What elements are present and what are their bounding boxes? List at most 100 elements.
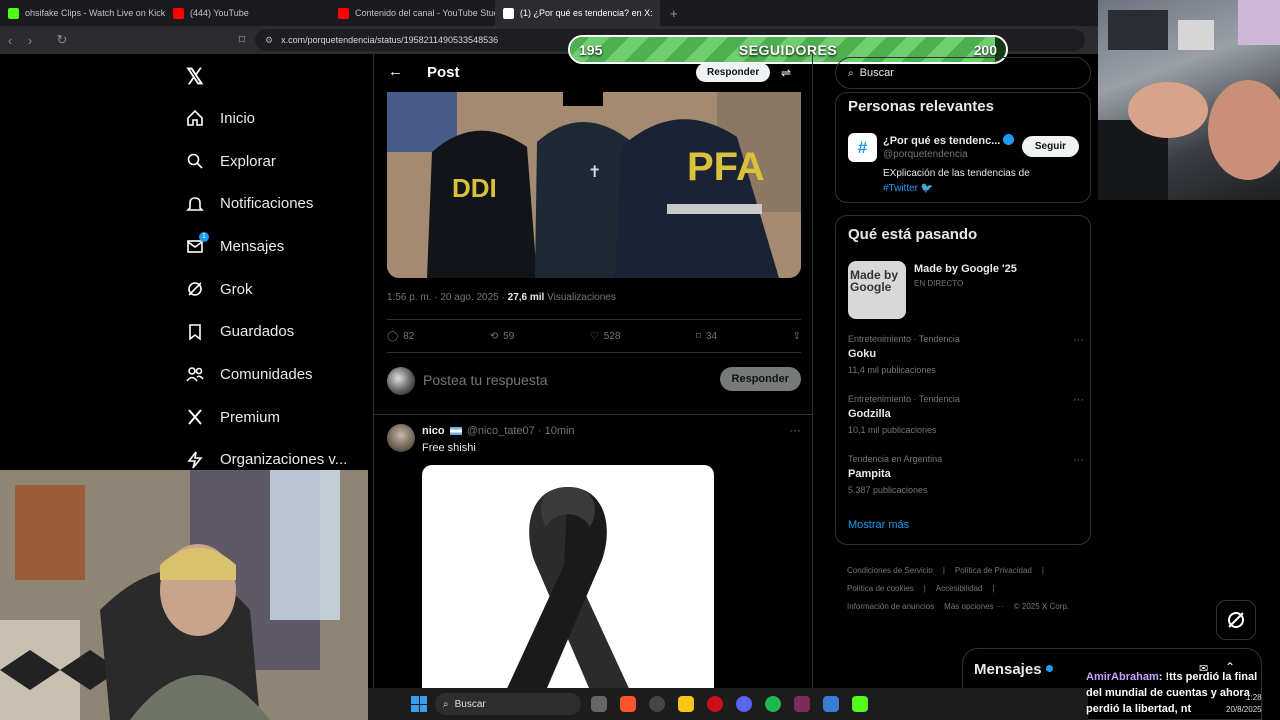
footer-link[interactable]: Condiciones de Servicio bbox=[847, 562, 933, 580]
like-action[interactable]: ♡ 528 bbox=[590, 331, 621, 342]
twitter-hashtag-link[interactable]: #Twitter bbox=[883, 183, 918, 194]
share-icon[interactable]: ⇪ bbox=[793, 331, 801, 342]
more-options-icon[interactable]: ··· bbox=[1073, 334, 1084, 346]
reply-header: nico @nico_tate07 · 10min bbox=[422, 425, 575, 437]
footer-link[interactable]: Política de Privacidad bbox=[955, 562, 1032, 580]
reply-author-handle[interactable]: @nico_tate07 bbox=[467, 425, 535, 437]
reply-action[interactable]: ◯ 82 bbox=[387, 331, 414, 342]
sidebar-item-label: Explorar bbox=[220, 152, 276, 170]
grok-fab-icon[interactable] bbox=[1216, 600, 1256, 640]
obs-icon[interactable] bbox=[649, 696, 665, 712]
trend-name: Godzilla bbox=[848, 408, 891, 420]
sidebar-item-label: Grok bbox=[220, 280, 253, 298]
reply-composer: Postea tu respuesta Responder bbox=[387, 366, 801, 396]
sidebar-item-explorar[interactable]: Explorar bbox=[186, 140, 347, 183]
browser-tab[interactable]: (1) ¿Por qué es tendencia? en X: ✕ bbox=[495, 0, 660, 26]
bookmark-action[interactable]: ⌑ 34 bbox=[696, 331, 717, 342]
show-more-link[interactable]: Mostrar más bbox=[848, 519, 909, 531]
follow-button[interactable]: Seguir bbox=[1021, 136, 1079, 157]
sidebar-item-premium[interactable]: Premium bbox=[186, 396, 347, 439]
spotify-icon[interactable] bbox=[765, 696, 781, 712]
messages-drawer-title: Mensajes bbox=[974, 661, 1053, 678]
trends-title: Qué está pasando bbox=[848, 226, 978, 243]
sidebar-item-notificaciones[interactable]: Notificaciones bbox=[186, 182, 347, 225]
footer-link[interactable]: © 2025 X Corp. bbox=[1014, 598, 1069, 616]
reply-button[interactable]: Responder bbox=[719, 367, 801, 391]
reply-author-name[interactable]: nico bbox=[422, 425, 445, 437]
sidebar-item-grok[interactable]: Grok bbox=[186, 268, 347, 311]
reply-image[interactable] bbox=[422, 465, 714, 720]
x-icon bbox=[186, 408, 204, 426]
opera-icon[interactable] bbox=[707, 696, 723, 712]
search-input[interactable]: ⌕ Buscar bbox=[835, 57, 1091, 89]
sidebar-item-mensajes[interactable]: 1 Mensajes bbox=[186, 225, 347, 268]
browser-tab[interactable]: (444) YouTube bbox=[165, 0, 330, 26]
media-app-icon[interactable] bbox=[794, 696, 810, 712]
bookmark-count: 34 bbox=[706, 330, 718, 342]
brave-icon[interactable] bbox=[620, 696, 636, 712]
comment-icon: ◯ bbox=[387, 330, 399, 342]
browser-tab[interactable]: ohsifake Clips - Watch Live on Kick bbox=[0, 0, 165, 26]
relevant-account-handle[interactable]: @porquetendencia bbox=[883, 149, 968, 160]
taskbar-search-label: Buscar bbox=[454, 698, 486, 710]
reload-icon[interactable]: ↻ bbox=[52, 32, 72, 48]
post-time[interactable]: 1:56 p. m. · 20 ago. 2025 · bbox=[387, 292, 505, 303]
browser-tab[interactable]: Contenido del canal - YouTube Studi bbox=[330, 0, 495, 26]
trend-item[interactable]: Entretenimiento · Tendencia Goku 11,4 mil … bbox=[848, 334, 1084, 390]
sliders-icon[interactable]: ⇌ bbox=[781, 66, 791, 80]
trend-count: 11,4 mil publicaciones bbox=[848, 365, 936, 375]
sidebar-item-guardados[interactable]: Guardados bbox=[186, 310, 347, 353]
task-view-icon[interactable] bbox=[591, 696, 607, 712]
reply-input[interactable]: Postea tu respuesta bbox=[423, 372, 548, 388]
post-meta: 1:56 p. m. · 20 ago. 2025 · 27,6 mil Vis… bbox=[387, 292, 616, 303]
sidebar-item-label: Notificaciones bbox=[220, 195, 314, 213]
site-info-icon[interactable]: ⚙ bbox=[265, 35, 273, 46]
bookmark-page-icon[interactable]: ⌑ bbox=[232, 32, 252, 48]
more-options-icon[interactable]: ··· bbox=[1073, 454, 1084, 466]
trend-name: Goku bbox=[848, 348, 877, 360]
sidebar-item-comunidades[interactable]: Comunidades bbox=[186, 353, 347, 396]
relevant-people-card: Personas relevantes # ¿Por qué es tenden… bbox=[835, 92, 1091, 203]
footer-link[interactable]: Accesibilidad bbox=[936, 580, 983, 598]
back-arrow-icon[interactable]: ← bbox=[388, 63, 403, 80]
avatar[interactable] bbox=[387, 367, 415, 395]
relevant-account-name[interactable]: ¿Por qué es tendenc... bbox=[883, 134, 1015, 147]
repost-action[interactable]: ⟲ 59 bbox=[490, 331, 515, 342]
taskbar-search[interactable]: ⌕ Buscar bbox=[435, 693, 581, 715]
reply-time[interactable]: · 10min bbox=[538, 425, 575, 437]
app-icon[interactable] bbox=[823, 696, 839, 712]
sidebar-item-inicio[interactable]: Inicio bbox=[186, 97, 347, 140]
footer-link[interactable]: Más opciones ··· bbox=[944, 598, 1004, 616]
notification-badge: 1 bbox=[199, 232, 209, 243]
folder-icon[interactable] bbox=[678, 696, 694, 712]
post-column: ← Post Responder ⇌ DDI PFA ✝ 1:56 p. m. … bbox=[373, 54, 813, 720]
hashtag-avatar-icon[interactable]: # bbox=[848, 133, 877, 162]
reply-count: 82 bbox=[403, 330, 415, 342]
footer-link[interactable]: Política de cookies bbox=[847, 580, 914, 598]
footer-link[interactable]: Información de anuncios bbox=[847, 598, 934, 616]
trend-item[interactable]: Tendencia en Argentina Pampita 5.387 publi… bbox=[848, 454, 1084, 510]
streamer-camera-feed bbox=[0, 470, 368, 720]
more-options-icon[interactable]: ··· bbox=[789, 423, 801, 437]
avatar[interactable] bbox=[387, 424, 415, 452]
bell-icon bbox=[186, 195, 204, 213]
reply-button-top[interactable]: Responder bbox=[696, 63, 771, 82]
post-image[interactable]: DDI PFA ✝ bbox=[387, 92, 801, 278]
discord-icon[interactable] bbox=[736, 696, 752, 712]
repost-count: 59 bbox=[503, 330, 515, 342]
x-logo-icon[interactable]: 𝕏 bbox=[186, 64, 204, 90]
system-clock: 1:28 20/8/2025 bbox=[1226, 692, 1262, 716]
trend-count: 10,1 mil publicaciones bbox=[848, 425, 937, 435]
back-arrow-icon[interactable]: ‹ bbox=[0, 33, 20, 48]
tab-favicon-icon bbox=[338, 7, 349, 19]
windows-start-icon[interactable] bbox=[411, 696, 427, 712]
more-options-icon[interactable]: ··· bbox=[1073, 394, 1084, 406]
trend-item[interactable]: Entretenimiento · Tendencia Godzilla 10,1 … bbox=[848, 394, 1084, 450]
close-tab-icon[interactable]: ✕ bbox=[659, 8, 660, 19]
new-tab-icon[interactable]: + bbox=[670, 6, 678, 21]
trend-category: Tendencia en Argentina bbox=[848, 454, 943, 464]
featured-trend[interactable]: Made by Google Made by Google '25 EN DIR… bbox=[848, 261, 1084, 321]
kick-icon[interactable] bbox=[852, 696, 868, 712]
forward-arrow-icon[interactable]: › bbox=[20, 33, 40, 48]
featured-trend-thumbnail: Made by Google bbox=[848, 261, 906, 319]
